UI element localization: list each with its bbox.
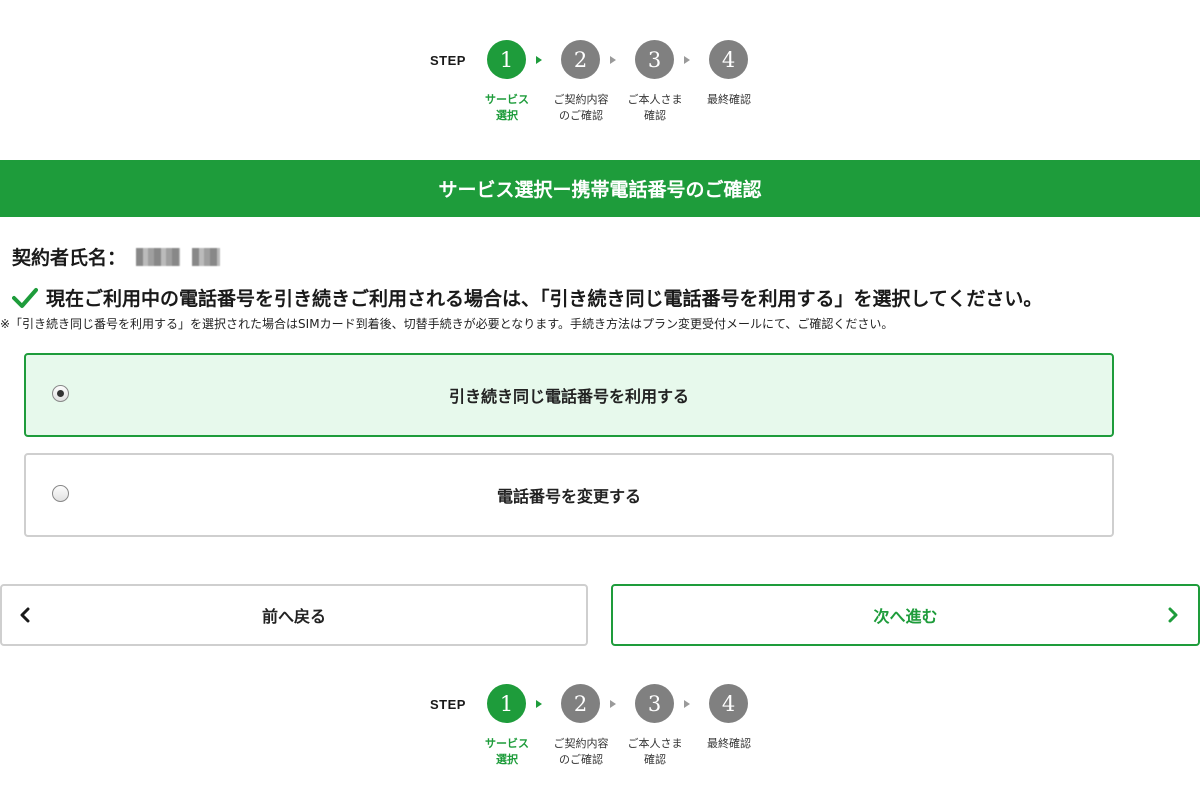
option-keep-number-label: 引き続き同じ電話番号を利用する [448,387,689,406]
step-word: STEP [430,53,466,68]
step-4-circle: 4 [709,40,748,79]
next-button-label: 次へ進む [873,607,938,626]
contract-holder-label: 契約者氏名： [12,246,127,269]
step-1-circle: 1 [487,684,526,723]
step-2-label: ご契約内容 のご確認 [553,93,609,122]
stepper-top: STEP 1 2 3 4 サービス 選択 ご契約内容 のご確認 ご本人さま 確認… [0,36,1200,136]
contract-holder-name-redacted [192,248,221,266]
back-button-label: 前へ戻る [261,607,326,626]
step-1-label: サービス 選択 [485,737,529,766]
back-button[interactable]: 前へ戻る [0,584,588,646]
step-4-label: 最終確認 [707,737,751,750]
step-arrow-icon [536,700,542,708]
step-2-circle: 2 [561,40,600,79]
radio-button[interactable] [52,485,69,502]
step-3-circle: 3 [635,684,674,723]
chevron-right-icon [1164,607,1180,623]
note-text: ※「引き続き同じ番号を利用する」を選択された場合はSIMカード到着後、切替手続き… [0,317,894,331]
step-1-circle: 1 [487,40,526,79]
contract-holder-row: 契約者氏名： [12,243,221,269]
step-2-circle: 2 [561,684,600,723]
step-3-circle: 3 [635,40,674,79]
step-4-label: 最終確認 [707,93,751,106]
step-1-label: サービス 選択 [485,93,529,122]
chevron-left-icon [18,607,34,623]
banner-title: サービス選択ー携帯電話番号のご確認 [438,179,762,201]
section-banner: サービス選択ー携帯電話番号のご確認 [0,160,1200,217]
radio-button-checked[interactable] [52,385,69,402]
step-arrow-icon [536,56,542,64]
instruction-text: 現在ご利用中の電話番号を引き続きご利用される場合は、「引き続き同じ電話番号を利用… [46,288,1043,310]
option-keep-number[interactable]: 引き続き同じ電話番号を利用する [24,353,1114,437]
step-2-label: ご契約内容 のご確認 [553,737,609,766]
step-4-circle: 4 [709,684,748,723]
step-arrow-icon [684,700,690,708]
step-arrow-icon [684,56,690,64]
option-change-number-label: 電話番号を変更する [496,487,641,506]
step-3-label: ご本人さま 確認 [627,93,683,122]
contract-holder-name-redacted [136,248,181,266]
step-3-label: ご本人さま 確認 [627,737,683,766]
option-change-number[interactable]: 電話番号を変更する [24,453,1114,537]
step-word: STEP [430,697,466,712]
next-button[interactable]: 次へ進む [611,584,1200,646]
instruction: 現在ご利用中の電話番号を引き続きご利用される場合は、「引き続き同じ電話番号を利用… [12,284,1042,311]
checkmark-icon [12,287,38,309]
stepper-bottom: STEP 1 2 3 4 サービス 選択 ご契約内容 のご確認 ご本人さま 確認… [0,680,1200,780]
step-arrow-icon [610,700,616,708]
step-arrow-icon [610,56,616,64]
